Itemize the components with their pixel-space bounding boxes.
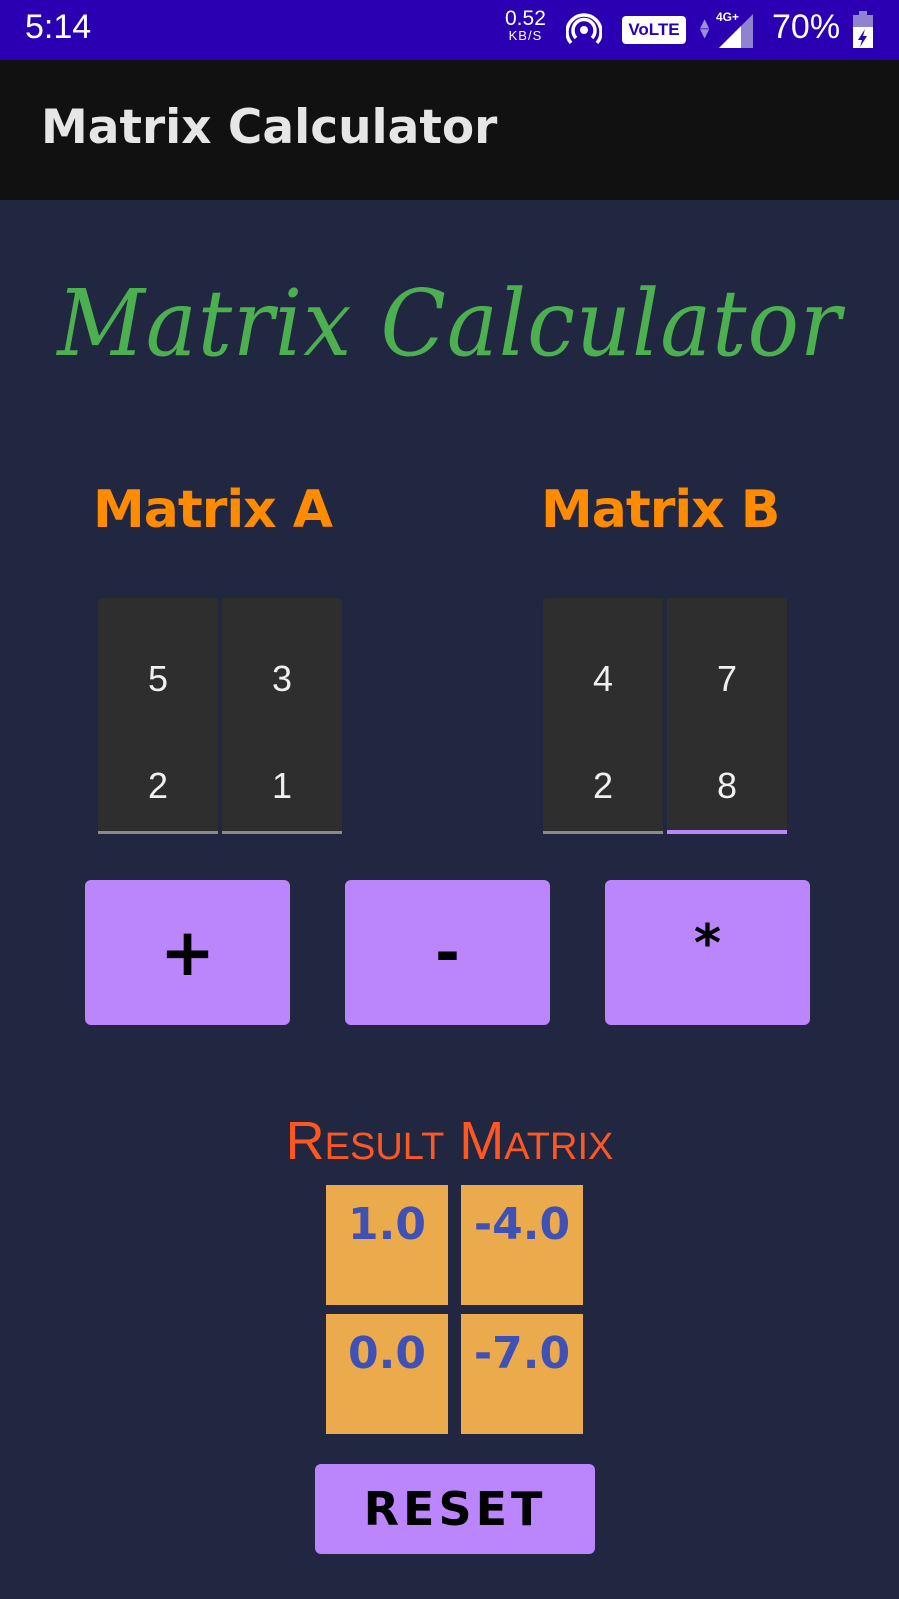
hotspot-icon	[565, 13, 603, 51]
result-value: -4.0	[473, 1199, 571, 1250]
multiply-button[interactable]: *	[605, 880, 810, 1025]
app-bar-title: Matrix Calculator	[41, 100, 498, 155]
status-time: 5:14	[25, 8, 92, 46]
matrix-b-cell[interactable]: 7	[667, 658, 787, 700]
hero-title: Matrix Calculator	[57, 270, 842, 377]
result-cell: 1.0	[326, 1185, 448, 1305]
matrix-a-cell[interactable]: 5	[98, 658, 218, 700]
net-speed-unit: KB/S	[508, 28, 543, 43]
battery-percent: 70%	[772, 8, 841, 46]
matrix-b-label: Matrix B	[541, 480, 780, 540]
network-type: 4G+	[716, 10, 740, 24]
status-bar: 5:14 0.52 KB/S VoLTE ▲ ▼ 4G+ 70%	[0, 0, 899, 60]
input-underline	[222, 831, 342, 834]
result-value: 1.0	[348, 1199, 426, 1250]
matrix-b-cell[interactable]: 4	[543, 658, 663, 700]
battery-charging-icon	[852, 11, 874, 53]
data-arrows-icon: ▲ ▼	[700, 16, 710, 40]
result-value: 0.0	[348, 1328, 426, 1379]
reset-button[interactable]: RESET	[315, 1464, 595, 1554]
matrix-a-cell[interactable]: 1	[222, 765, 342, 807]
result-matrix-title: Result Matrix	[285, 1111, 614, 1171]
matrix-a-label: Matrix A	[93, 480, 333, 540]
input-underline	[98, 831, 218, 834]
matrix-a: 5 2 3 1	[98, 598, 342, 834]
add-button[interactable]: +	[85, 880, 290, 1025]
result-cell: -7.0	[461, 1314, 583, 1434]
volte-badge: VoLTE	[622, 16, 686, 44]
result-value: -7.0	[473, 1328, 571, 1379]
matrix-a-cell[interactable]: 2	[98, 765, 218, 807]
subtract-button[interactable]: -	[345, 880, 550, 1025]
matrix-a-column-2-input[interactable]: 3 1	[222, 598, 342, 834]
net-speed-value: 0.52	[505, 7, 546, 30]
matrix-b-cell[interactable]: 2	[543, 765, 663, 807]
matrix-a-column-1-input[interactable]: 5 2	[98, 598, 218, 834]
input-underline	[543, 831, 663, 834]
matrix-b-column-2-input[interactable]: 7 8	[667, 598, 787, 834]
input-underline-focused	[667, 830, 787, 834]
matrix-b: 4 2 7 8	[543, 598, 787, 834]
result-cell: -4.0	[461, 1185, 583, 1305]
app-bar: Matrix Calculator	[0, 60, 899, 200]
matrix-b-cell[interactable]: 8	[667, 765, 787, 807]
result-cell: 0.0	[326, 1314, 448, 1434]
matrix-b-column-1-input[interactable]: 4 2	[543, 598, 663, 834]
net-speed: 0.52 KB/S	[505, 8, 546, 42]
matrix-a-cell[interactable]: 3	[222, 658, 342, 700]
